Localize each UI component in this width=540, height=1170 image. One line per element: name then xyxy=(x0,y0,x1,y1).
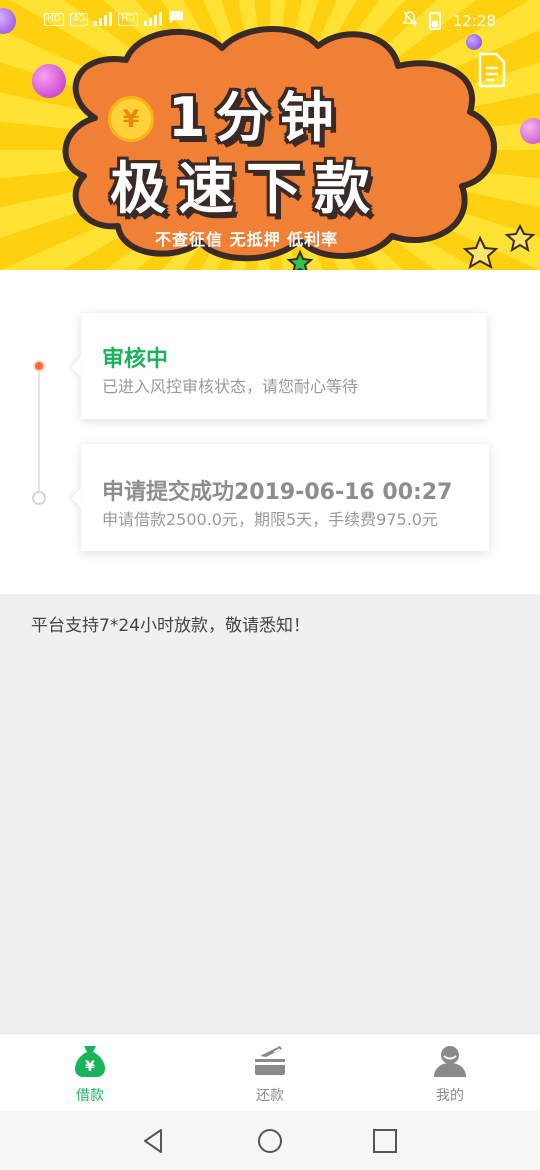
timeline-dot-active xyxy=(33,360,45,372)
tab-mine[interactable]: 我的 xyxy=(360,1034,540,1112)
step-title: 申请提交成功2019-06-16 00:27 xyxy=(102,480,453,505)
status-bar: HD 4G HD 12:28 xyxy=(0,0,540,40)
timeline-card-submitted: 申请提交成功2019-06-16 00:27 申请借款2500.0元，期限5天，… xyxy=(81,444,489,551)
step-description: 已进入风控审核状态，请您耐心等待 xyxy=(102,377,359,396)
status-time: 12:28 xyxy=(452,12,496,30)
application-timeline: 审核中 已进入风控审核状态，请您耐心等待 申请提交成功2019-06-16 00… xyxy=(0,270,540,594)
signal-icon xyxy=(94,12,113,26)
recent-apps-icon[interactable] xyxy=(372,1128,398,1154)
timeline-line xyxy=(38,366,40,494)
banner-subline: 不查征信 无抵押 低利率 xyxy=(155,230,339,249)
step-description: 申请借款2500.0元，期限5天，手续费975.0元 xyxy=(102,510,438,529)
status-badge: 4G xyxy=(69,12,89,26)
bottom-tab-bar: ¥ 借款 还款 我的 xyxy=(0,1033,540,1111)
step-title: 审核中 xyxy=(102,347,169,372)
promo-banner[interactable]: ¥ 1分钟 极速下款 不查征信 无抵押 低利率 HD 4G HD 12:28 xyxy=(0,0,540,270)
tab-repay[interactable]: 还款 xyxy=(180,1034,360,1112)
signal-icon xyxy=(144,12,163,26)
system-navigation-bar xyxy=(0,1111,540,1170)
tab-label: 借款 xyxy=(76,1088,104,1104)
timeline-card-reviewing: 审核中 已进入风控审核状态，请您耐心等待 xyxy=(81,313,487,419)
banner-headline-1: 1分钟 xyxy=(168,86,344,149)
svg-text:¥: ¥ xyxy=(85,1059,95,1075)
notice-text: 平台支持7*24小时放款，敬请悉知！ xyxy=(31,616,310,636)
coin-icon: ¥ xyxy=(108,96,154,142)
user-profile-icon xyxy=(432,1043,468,1079)
repay-card-icon xyxy=(252,1043,288,1079)
mute-icon xyxy=(402,11,418,31)
money-bag-icon: ¥ xyxy=(72,1043,108,1079)
back-icon[interactable] xyxy=(141,1128,167,1154)
tab-label: 还款 xyxy=(256,1088,284,1104)
tab-label: 我的 xyxy=(436,1088,464,1104)
status-badge: HD xyxy=(118,12,139,26)
document-icon[interactable] xyxy=(478,52,506,88)
tab-borrow[interactable]: ¥ 借款 xyxy=(0,1034,180,1112)
timeline-dot-idle xyxy=(32,491,46,505)
battery-icon xyxy=(428,12,441,30)
banner-headline-2: 极速下款 xyxy=(110,157,382,222)
chat-icon xyxy=(168,10,184,28)
status-badge: HD xyxy=(44,12,64,26)
home-icon[interactable] xyxy=(257,1128,283,1154)
